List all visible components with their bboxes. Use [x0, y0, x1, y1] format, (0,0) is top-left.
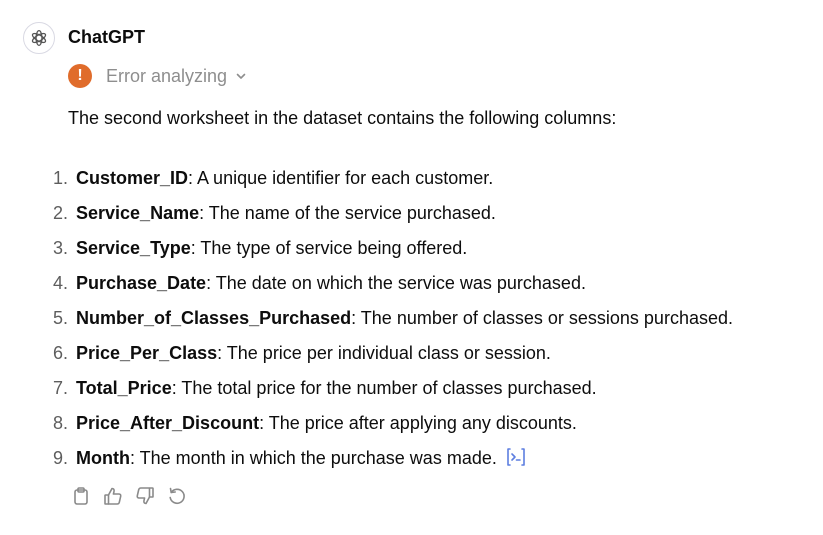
column-description: : The total price for the number of clas… — [171, 378, 597, 398]
column-name: Purchase_Date — [76, 273, 207, 293]
column-name: Customer_ID — [76, 168, 189, 188]
column-name: Number_of_Classes_Purchased — [76, 308, 352, 328]
chevron-down-icon — [235, 70, 247, 82]
list-number: 5. — [52, 308, 68, 328]
column-name: Total_Price — [76, 378, 172, 398]
thumbs-up-icon[interactable] — [102, 485, 124, 507]
column-name: Service_Name — [76, 203, 200, 223]
error-status-text: Error analyzing — [106, 65, 228, 86]
column-name: Month — [76, 448, 130, 468]
column-name: Price_Per_Class — [76, 343, 218, 363]
avatar — [23, 22, 55, 54]
column-description: : A unique identifier for each customer. — [188, 168, 494, 188]
column-description: : The date on which the service was purc… — [206, 273, 586, 293]
list-number: 2. — [52, 203, 68, 223]
message-actions — [70, 485, 188, 507]
message-intro: The second worksheet in the dataset cont… — [68, 108, 617, 128]
regenerate-icon[interactable] — [166, 485, 188, 507]
column-description: : The number of classes or sessions purc… — [351, 308, 733, 328]
column-description: : The type of service being offered. — [190, 238, 468, 258]
column-name: Price_After_Discount — [76, 413, 260, 433]
list-number: 4. — [52, 273, 68, 293]
column-description: : The month in which the purchase was ma… — [129, 448, 497, 468]
exclamation-icon: ! — [68, 64, 92, 88]
list-number: 9. — [52, 448, 68, 468]
view-analysis-icon[interactable] — [505, 447, 527, 473]
author-name: ChatGPT — [68, 27, 146, 47]
column-description: : The name of the service purchased. — [199, 203, 496, 223]
error-status-toggle[interactable]: ! Error analyzing — [68, 63, 247, 89]
list-number: 6. — [52, 343, 68, 363]
thumbs-down-icon[interactable] — [134, 485, 156, 507]
list-number: 3. — [52, 238, 68, 258]
list-number: 7. — [52, 378, 68, 398]
column-name: Service_Type — [76, 238, 191, 258]
list-number: 1. — [52, 168, 68, 188]
column-description: : The price per individual class or sess… — [217, 343, 551, 363]
copy-icon[interactable] — [70, 485, 92, 507]
list-number: 8. — [52, 413, 68, 433]
column-description: : The price after applying any discounts… — [259, 413, 577, 433]
openai-logo-icon — [31, 30, 47, 46]
